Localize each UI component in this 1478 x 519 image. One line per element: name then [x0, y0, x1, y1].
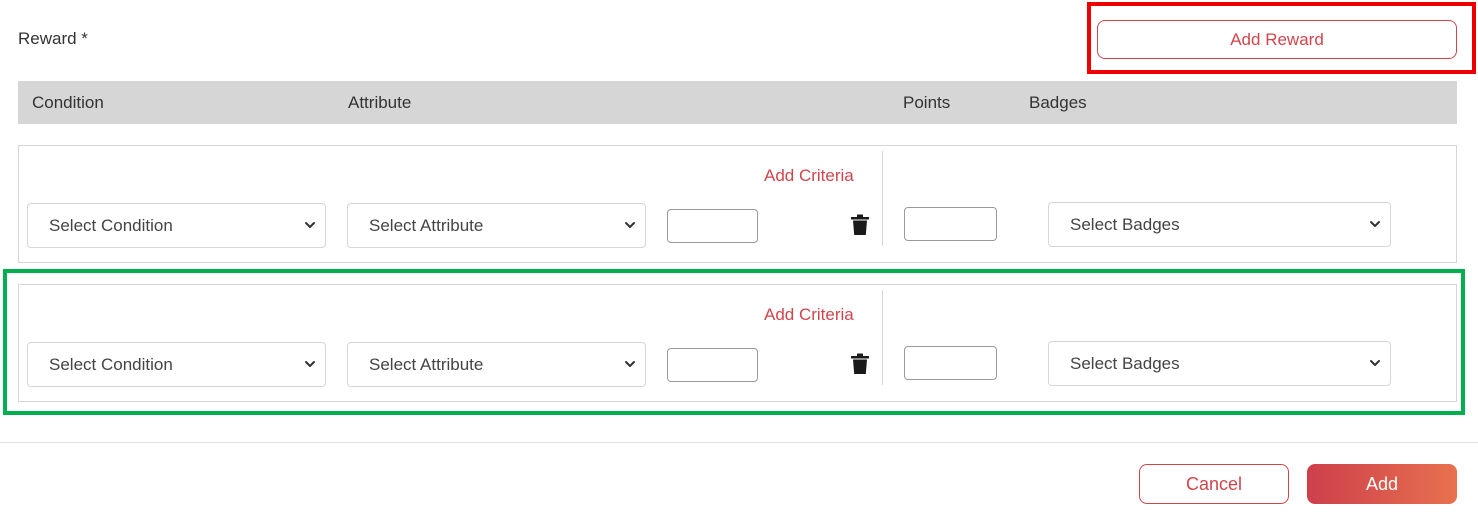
criteria-value-input[interactable] — [667, 209, 758, 243]
reward-label: Reward * — [18, 29, 88, 48]
badges-select-value: Select Badges — [1070, 353, 1180, 373]
trash-icon[interactable] — [850, 353, 870, 375]
header-condition: Condition — [32, 93, 104, 112]
points-input[interactable] — [904, 346, 997, 380]
condition-select-value: Select Condition — [49, 354, 173, 374]
reward-table-header: Condition Attribute Points Badges — [18, 81, 1457, 124]
add-criteria-link[interactable]: Add Criteria — [764, 305, 854, 325]
reward-row: Add Criteria Select Condition Select Att… — [18, 145, 1457, 263]
chevron-down-icon — [1370, 360, 1380, 366]
header-badges: Badges — [1029, 93, 1087, 112]
condition-select[interactable]: Select Condition — [27, 203, 326, 248]
trash-icon[interactable] — [850, 214, 870, 236]
badges-select[interactable]: Select Badges — [1048, 202, 1391, 247]
attribute-select-value: Select Attribute — [369, 215, 484, 235]
badges-select-value: Select Badges — [1070, 214, 1180, 234]
add-button[interactable]: Add — [1307, 464, 1457, 504]
reward-row: Add Criteria Select Condition Select Att… — [18, 284, 1457, 402]
column-divider — [882, 290, 883, 385]
add-criteria-link[interactable]: Add Criteria — [764, 166, 854, 186]
footer-divider — [0, 442, 1478, 443]
chevron-down-icon — [625, 361, 635, 367]
chevron-down-icon — [625, 222, 635, 228]
cancel-button[interactable]: Cancel — [1139, 464, 1289, 504]
attribute-select[interactable]: Select Attribute — [347, 342, 646, 387]
condition-select-value: Select Condition — [49, 215, 173, 235]
chevron-down-icon — [305, 222, 315, 228]
badges-select[interactable]: Select Badges — [1048, 341, 1391, 386]
add-reward-button[interactable]: Add Reward — [1097, 20, 1457, 59]
points-input[interactable] — [904, 207, 997, 241]
attribute-select-value: Select Attribute — [369, 354, 484, 374]
attribute-select[interactable]: Select Attribute — [347, 203, 646, 248]
column-divider — [882, 151, 883, 246]
condition-select[interactable]: Select Condition — [27, 342, 326, 387]
chevron-down-icon — [305, 361, 315, 367]
header-attribute: Attribute — [348, 93, 412, 112]
chevron-down-icon — [1370, 221, 1380, 227]
criteria-value-input[interactable] — [667, 348, 758, 382]
header-points: Points — [903, 93, 951, 112]
